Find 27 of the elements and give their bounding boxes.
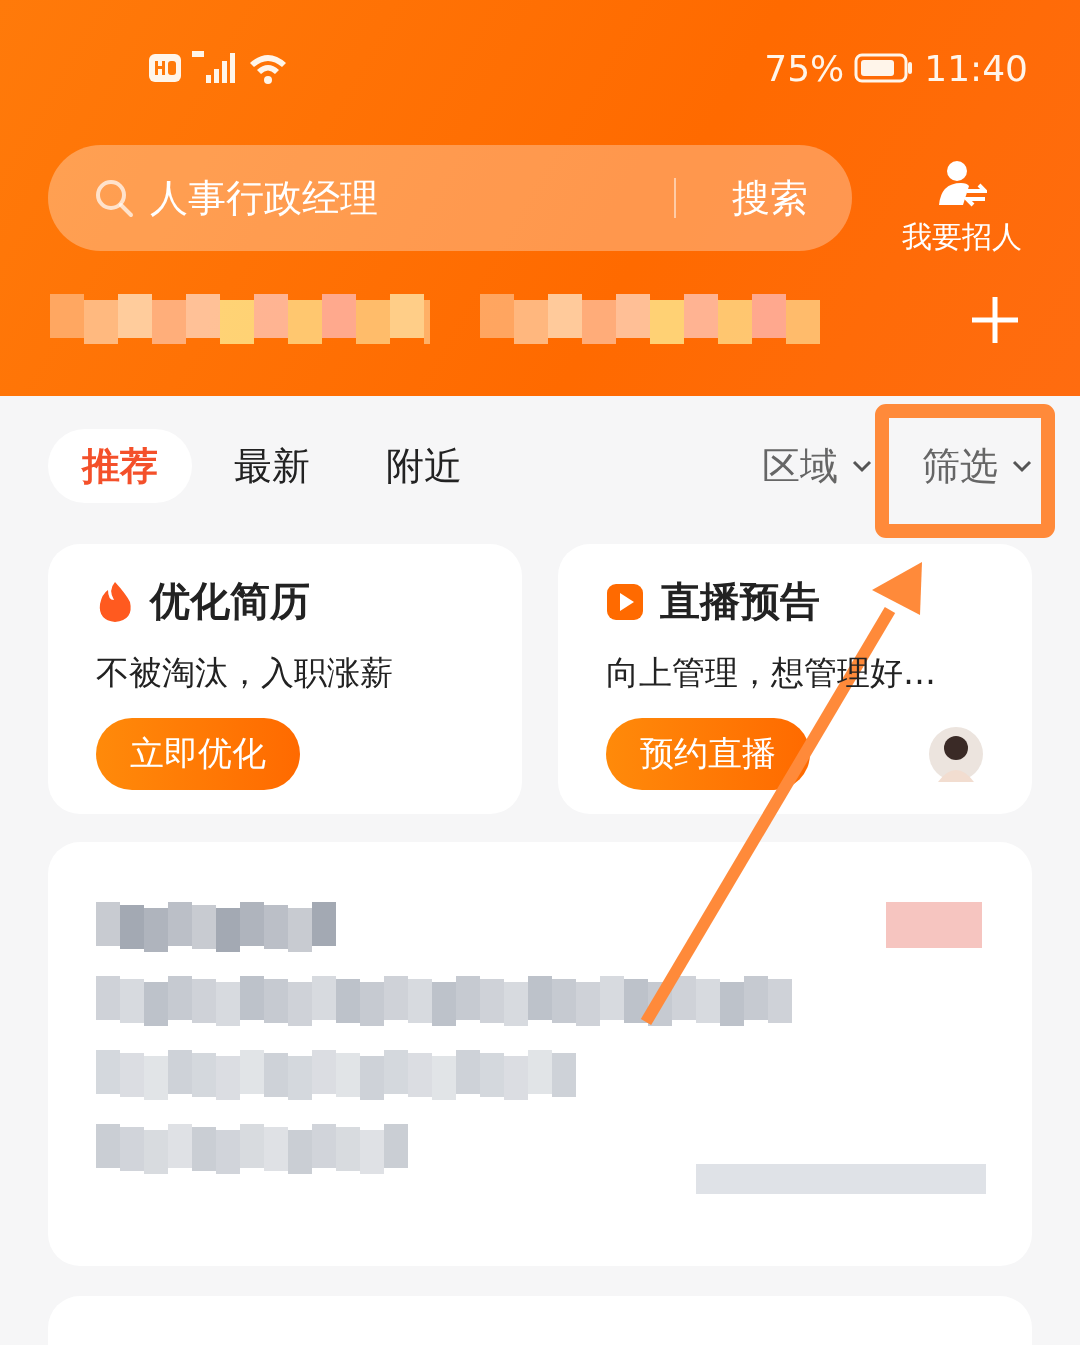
- promo-title: 直播预告: [660, 577, 820, 626]
- filter-dropdown[interactable]: 筛选: [922, 440, 1032, 492]
- chevron-down-icon: [852, 459, 872, 473]
- feed-tab[interactable]: 推荐: [48, 429, 192, 503]
- feed-tab[interactable]: 最新: [200, 429, 344, 503]
- feed-tab[interactable]: 附近: [352, 429, 496, 503]
- filter-dropdown[interactable]: 区域: [762, 440, 872, 492]
- signal-icon: [192, 51, 238, 85]
- promo-button[interactable]: 立即优化: [96, 718, 300, 790]
- search-field[interactable]: 人事行政经理 搜索: [48, 145, 852, 251]
- promo-title: 优化简历: [150, 577, 310, 626]
- battery-percent: 75%: [764, 47, 845, 89]
- promo-button[interactable]: 预约直播: [606, 718, 810, 790]
- hd-icon: [148, 53, 182, 83]
- avatar: [928, 724, 984, 784]
- job-card[interactable]: [48, 842, 1032, 1266]
- promo-subtitle: 不被淘汰，入职涨薪: [96, 652, 394, 694]
- search-button[interactable]: 搜索: [732, 172, 808, 224]
- chevron-down-icon: [1012, 459, 1032, 473]
- play-icon: [606, 582, 644, 621]
- person-swap-icon: [937, 158, 987, 209]
- search-text[interactable]: 人事行政经理: [150, 172, 658, 224]
- search-icon: [94, 178, 134, 218]
- clock: 11:40: [924, 47, 1028, 89]
- battery-icon: [854, 53, 915, 83]
- plus-icon[interactable]: [970, 295, 1020, 345]
- recruit-button[interactable]: 我要招人: [902, 158, 1022, 258]
